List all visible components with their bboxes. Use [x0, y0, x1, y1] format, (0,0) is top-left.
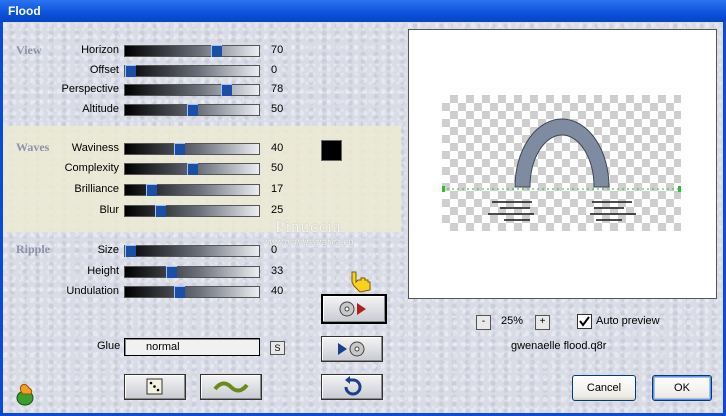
wave-icon [213, 381, 249, 393]
value-complexity: 50 [271, 162, 284, 174]
value-brilliance: 17 [271, 183, 284, 195]
param-label-offset: Offset [89, 64, 119, 76]
param-label-complexity: Complexity [64, 162, 119, 174]
value-perspective: 78 [271, 83, 284, 95]
flame-logo-icon[interactable] [13, 382, 39, 408]
preview-image [442, 118, 681, 221]
window-title: Flood [8, 4, 41, 18]
slider-brilliance[interactable] [124, 184, 260, 196]
save-preset-button[interactable] [321, 336, 383, 362]
preset-filename: gwenaelle flood.q8r [511, 340, 607, 352]
slider-thumb[interactable] [174, 143, 185, 155]
watermark: Pinuccia www.maidiregrafica.eu [263, 217, 354, 247]
slider-offset[interactable] [124, 65, 260, 77]
glue-label: Glue [97, 340, 121, 352]
glue-s-button[interactable]: S [270, 341, 285, 355]
slider-size[interactable] [124, 245, 260, 257]
preview-canvas [442, 95, 681, 231]
auto-preview-checkbox[interactable] [577, 314, 592, 329]
value-undulation: 40 [271, 285, 284, 297]
watermark-name: Pinuccia [275, 217, 342, 236]
param-label-horizon: Horizon [81, 44, 119, 56]
checkmark-icon [579, 316, 590, 327]
slider-complexity[interactable] [124, 163, 260, 175]
slider-thumb[interactable] [125, 65, 136, 77]
glue-select[interactable]: normal [124, 338, 260, 356]
slider-thumb[interactable] [125, 245, 136, 257]
slider-thumb[interactable] [146, 184, 157, 196]
value-altitude: 50 [271, 103, 284, 115]
auto-preview-label: Auto preview [596, 315, 660, 327]
param-label-perspective: Perspective [61, 83, 119, 95]
cd-save-icon [338, 341, 365, 357]
slider-thumb[interactable] [155, 205, 166, 217]
dice-icon [146, 378, 163, 395]
param-label-brilliance: Brilliance [74, 183, 119, 195]
pointing-hand-icon [351, 271, 371, 293]
param-label-waviness: Waviness [71, 142, 119, 154]
preview-panel[interactable] [408, 29, 717, 299]
zoom-in-button[interactable]: + [535, 315, 550, 330]
slider-undulation[interactable] [124, 286, 260, 298]
dialog-window: Flood View Horizon 70 Offset 0 Perspecti… [0, 0, 726, 416]
param-label-size: Size [97, 244, 119, 256]
undo-icon [344, 376, 362, 396]
cd-load-icon [339, 301, 366, 317]
glue-value: normal [146, 341, 180, 353]
slider-perspective[interactable] [124, 84, 260, 96]
slider-horizon[interactable] [124, 45, 260, 57]
param-label-height: Height [87, 265, 119, 277]
param-label-blur: Blur [99, 204, 119, 216]
slider-thumb[interactable] [221, 84, 232, 96]
value-horizon: 70 [271, 44, 284, 56]
slider-blur[interactable] [124, 205, 260, 217]
reset-button[interactable] [200, 374, 262, 400]
zoom-out-button[interactable]: - [476, 315, 491, 330]
value-waviness: 40 [271, 142, 284, 154]
dialog-body: View Horizon 70 Offset 0 Perspective 78 … [3, 22, 723, 413]
randomize-button[interactable] [124, 374, 186, 400]
value-offset: 0 [271, 64, 278, 76]
param-label-altitude: Altitude [82, 103, 119, 115]
param-label-undulation: Undulation [66, 285, 119, 297]
value-height: 33 [271, 265, 284, 277]
slider-height[interactable] [124, 266, 260, 278]
cancel-button[interactable]: Cancel [572, 375, 636, 401]
slider-thumb[interactable] [187, 163, 198, 175]
slider-altitude[interactable] [124, 104, 260, 116]
wave-color-swatch[interactable] [321, 140, 342, 161]
slider-thumb[interactable] [187, 104, 198, 116]
watermark-site: www.maidiregrafica.eu [263, 237, 354, 247]
slider-thumb[interactable] [174, 286, 185, 298]
title-bar: Flood [0, 0, 726, 22]
slider-waviness[interactable] [124, 143, 260, 155]
value-blur: 25 [271, 204, 284, 216]
slider-thumb[interactable] [211, 45, 222, 57]
ok-button[interactable]: OK [652, 375, 712, 401]
zoom-level: 25% [501, 315, 524, 327]
load-preset-button[interactable] [321, 294, 387, 324]
undo-button[interactable] [321, 374, 383, 400]
slider-thumb[interactable] [166, 266, 177, 278]
